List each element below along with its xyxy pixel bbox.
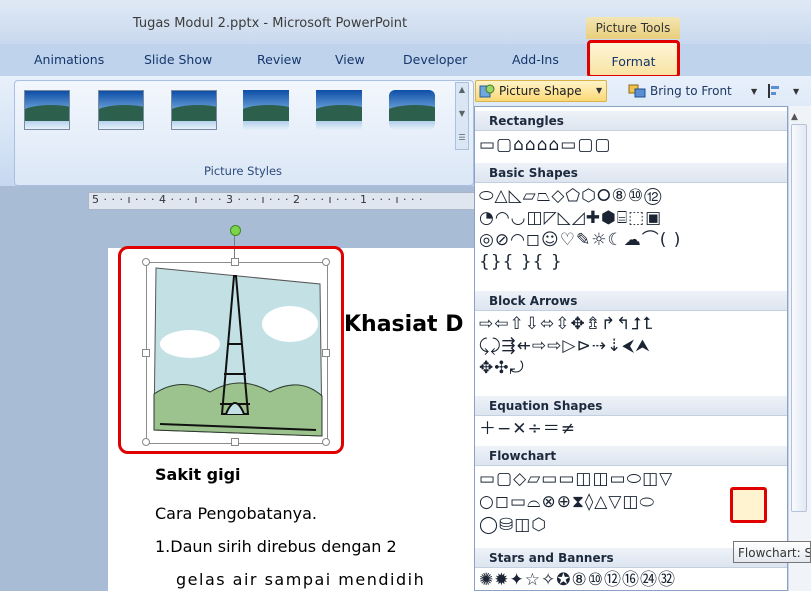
picture-style-thumbnail[interactable]	[316, 90, 362, 130]
shape-row-flowchart[interactable]: ▭▢◇▱▭▭◫◫▭⬭◫▽	[479, 468, 673, 490]
resize-handle[interactable]	[322, 438, 330, 446]
shape-row-flowchart[interactable]: ◯⛁◫⬡	[479, 514, 547, 536]
shape-row-equation[interactable]: ＋−✕÷＝≠	[479, 418, 576, 440]
picture-style-thumbnail[interactable]	[243, 90, 289, 130]
scroll-up-icon[interactable]: ▲	[456, 85, 468, 94]
flowchart-stored-data-shape[interactable]	[730, 487, 767, 523]
resize-handle[interactable]	[231, 258, 239, 266]
scroll-up-icon[interactable]: ▲	[791, 112, 798, 122]
picture-style-thumbnail[interactable]	[98, 90, 144, 130]
slide-heading: Khasiat D	[344, 312, 464, 337]
section-flowchart: Flowchart	[475, 446, 787, 466]
window-title: Tugas Modul 2.pptx - Microsoft PowerPoin…	[132, 16, 408, 31]
tab-slide-show[interactable]: Slide Show	[144, 50, 212, 70]
picture-highlight-box	[118, 246, 344, 454]
shape-row-arrows[interactable]: ⇨⇦⇧⇩⬄⇳✥⇯↱↰⮥⮤	[479, 313, 654, 335]
rotate-handle[interactable]	[230, 225, 241, 236]
tab-format[interactable]: Format	[587, 40, 680, 78]
chevron-down-icon[interactable]: ▼	[596, 86, 602, 95]
tab-add-ins[interactable]: Add-Ins	[512, 50, 559, 70]
ruler-ticks: 5 · · · ı · · · 4 · · · ı · · · 3 · · · …	[92, 193, 424, 206]
resize-handle[interactable]	[322, 349, 330, 357]
shape-tooltip: Flowchart: Stored Data	[733, 541, 811, 563]
gallery-scroll[interactable]: ▲ ▼ ☰	[455, 82, 469, 150]
picture-style-thumbnail[interactable]	[171, 90, 217, 130]
picture-tools-tab-group: Picture Tools	[586, 17, 680, 39]
section-block-arrows: Block Arrows	[475, 291, 787, 311]
picture-shape-label: Picture Shape	[499, 84, 582, 98]
shape-row-arrows[interactable]: ✥✣⤾	[479, 357, 525, 379]
section-rectangles: Rectangles	[475, 111, 787, 131]
shape-row-arrows[interactable]: ⤹⤸⇶⇷⇨⇨▷⊳⇢⇣⮜⮝	[479, 335, 651, 357]
slide-text-line: 1.Daun sirih direbus dengan 2	[155, 537, 397, 556]
picture-style-thumbnail[interactable]	[24, 90, 70, 130]
resize-handle[interactable]	[142, 349, 150, 357]
scrollbar-thumb[interactable]	[791, 124, 807, 512]
shape-row-rectangles[interactable]: ▭▢⌂⌂⌂⌂▭▢▢	[479, 134, 611, 156]
resize-handle[interactable]	[142, 438, 150, 446]
shape-row-basic[interactable]: ◎⊘◠◻☺♡✎☼☾☁⌒( )	[479, 229, 681, 251]
slide-text-line: Cara Pengobatanya.	[155, 504, 317, 523]
picture-shape-icon	[479, 84, 495, 98]
slide-text-line: gelas air sampai mendidih	[176, 570, 426, 589]
picture-styles-label: Picture Styles	[203, 164, 283, 178]
bring-to-front-icon	[628, 84, 646, 98]
section-basic-shapes: Basic Shapes	[475, 163, 787, 183]
tab-animations[interactable]: Animations	[34, 50, 104, 70]
align-icon[interactable]	[767, 84, 781, 98]
tab-view[interactable]: View	[335, 50, 365, 70]
shape-row-basic[interactable]: ⬭△◺▱⏢◇⬠⬡⭘⑧⑩⑫	[479, 185, 662, 207]
slide-subheading: Sakit gigi	[155, 465, 241, 484]
shape-row-stars[interactable]: ✺✹✦☆✧✪⑧⑩⑫⑯㉔㉜	[479, 569, 676, 590]
bring-to-front-button[interactable]: Bring to Front	[650, 84, 732, 98]
tab-developer[interactable]: Developer	[403, 50, 467, 70]
shape-row-basic[interactable]: ◔◠◡◫◸◺◿✚⬢⌸⬚▣	[479, 207, 662, 229]
section-equation-shapes: Equation Shapes	[475, 396, 787, 416]
resize-handle[interactable]	[231, 438, 239, 446]
tab-review[interactable]: Review	[257, 50, 302, 70]
resize-handle[interactable]	[322, 258, 330, 266]
picture-style-thumbnail[interactable]	[389, 90, 435, 130]
resize-handle[interactable]	[142, 258, 150, 266]
gallery-more-icon[interactable]: ☰	[456, 133, 468, 142]
chevron-down-icon[interactable]: ▼	[793, 87, 799, 96]
shape-row-basic[interactable]: {}{ }{ }	[479, 251, 563, 273]
shape-row-flowchart[interactable]: ○◻▭⌓⊗⊕⧗◊△▽◫⬭	[479, 491, 655, 513]
chevron-down-icon[interactable]: ▼	[751, 87, 757, 96]
scroll-down-icon[interactable]: ▼	[456, 109, 468, 118]
